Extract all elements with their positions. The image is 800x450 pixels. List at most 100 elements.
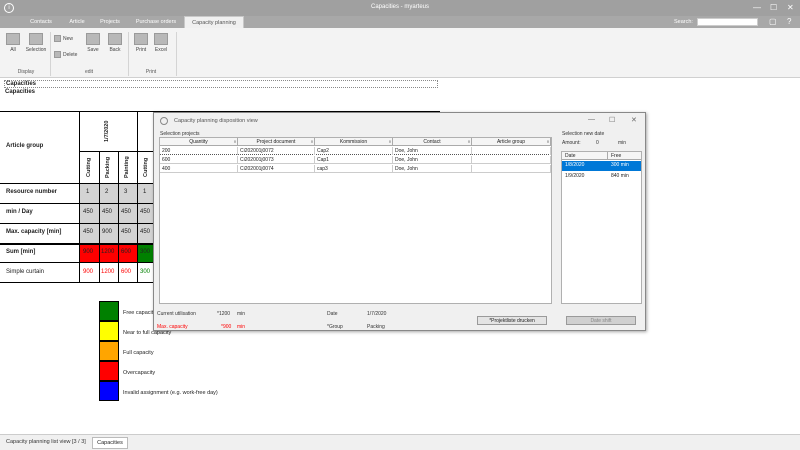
legend-swatch-near-full — [99, 321, 119, 341]
title-bar: i Capacities - myarteus — ☐ ✕ — [0, 0, 800, 16]
save-button[interactable]: Save — [84, 33, 102, 53]
row-value: 900 — [83, 269, 94, 275]
max-capacity-label: Max. capacity [min] — [6, 229, 62, 235]
col-date-header[interactable]: Date — [562, 152, 608, 160]
ribbon-separator — [176, 32, 177, 76]
date-row-selected[interactable]: 1/8/2020 300 min — [562, 161, 641, 171]
cell-kommission: Cap1 — [315, 156, 393, 164]
sum-value: 300 — [140, 249, 151, 255]
cell-free: 840 min — [611, 173, 629, 179]
column-header: Packing — [105, 156, 111, 178]
column-header: Cutting — [143, 157, 149, 177]
min-day-value: 450 — [121, 209, 132, 215]
excel-button[interactable]: Excel — [152, 33, 170, 53]
col-document-header[interactable]: Project document ◊ — [238, 138, 315, 146]
selection-button[interactable]: Selection — [24, 33, 48, 53]
dialog-maximize-button[interactable]: ☐ — [609, 116, 615, 124]
max-capacity-unit: min — [237, 324, 246, 330]
projects-grid[interactable]: Quantity ◊ Project document ◊ Kommission ◊ … — [159, 137, 552, 304]
window-title: Capacities - myarteus — [370, 4, 430, 10]
selection-icon — [29, 33, 43, 45]
close-button[interactable]: ✕ — [787, 3, 794, 13]
delete-button[interactable]: Delete — [54, 51, 77, 58]
group-display-label: Display — [17, 69, 35, 75]
col-quantity-header[interactable]: Quantity ◊ — [160, 138, 238, 146]
group-value: Packing — [367, 324, 385, 330]
table-row[interactable]: 400 Ci202001j0074 cap3 Doe, John — [160, 165, 551, 173]
date-label: Date — [327, 311, 338, 317]
max-capacity-value: 450 — [140, 229, 151, 235]
col-contact-header[interactable]: Contact ◊ — [393, 138, 472, 146]
current-utilisation-value: *1200 — [217, 311, 231, 317]
print-label: Print — [135, 47, 147, 53]
col-free-header[interactable]: Free — [608, 152, 641, 160]
tab-contacts[interactable]: Contacts — [18, 16, 64, 28]
dialog-app-icon — [160, 117, 168, 125]
table-row[interactable]: 600 Ci202001j0073 Cap1 Doe, John — [160, 156, 551, 164]
col-kommission-header[interactable]: Kommission ◊ — [315, 138, 393, 146]
col-quantity-label: Quantity — [189, 139, 208, 145]
col-group-header[interactable]: Article group ◊ — [472, 138, 551, 146]
amount-unit: min — [618, 140, 627, 146]
capacities-tab[interactable]: Capacities — [92, 437, 128, 449]
print-button[interactable]: Print — [132, 33, 150, 53]
sort-icon: ◊ — [389, 139, 391, 144]
new-date-grid[interactable]: Date Free 1/8/2020 300 min 1/9/2020 840 … — [561, 151, 642, 304]
min-day-value: 450 — [83, 209, 94, 215]
tab-projects[interactable]: Projects — [92, 16, 128, 28]
sum-value: 900 — [83, 249, 94, 255]
tab-purchase-orders[interactable]: Purchase orders — [130, 16, 182, 28]
legend-swatch-over — [99, 361, 119, 381]
print-project-list-button[interactable]: *Projektliste drucken — [477, 316, 547, 325]
cell-quantity: 600 — [160, 156, 238, 164]
cell-kommission: Cap2 — [315, 147, 393, 155]
date-shift-button[interactable]: Date shift — [566, 316, 636, 325]
date-column-header: 1/7/2020 — [104, 120, 110, 142]
row-value: 600 — [121, 269, 132, 275]
legend-label-invalid: Invalid assignment (e.g. work-free day) — [123, 390, 218, 396]
row-value: 1200 — [101, 269, 115, 275]
new-date-label: Selection new date — [562, 131, 605, 137]
dialog-close-button[interactable]: ✕ — [631, 116, 637, 124]
cell-document: Ci202001j0074 — [238, 165, 315, 173]
all-button[interactable]: All — [4, 33, 22, 53]
group-label: *Group — [327, 324, 343, 330]
cell-document: Ci202001j0072 — [238, 147, 315, 155]
back-icon — [108, 33, 122, 45]
save-label: Save — [87, 47, 99, 53]
sort-icon: ◊ — [234, 139, 236, 144]
column-header: Cutting — [86, 157, 92, 177]
back-button[interactable]: Back — [106, 33, 124, 53]
tab-capacity-planning[interactable]: Capacity planning — [184, 16, 244, 28]
maximize-button[interactable]: ☐ — [770, 3, 777, 13]
search-label: Search: — [674, 19, 693, 25]
max-capacity-value: 450 — [121, 229, 132, 235]
help-icon[interactable]: ? — [787, 17, 791, 26]
min-day-value: 450 — [102, 209, 113, 215]
list-view-label[interactable]: Capacity planning list view [3 / 3] — [6, 439, 86, 445]
cell-quantity: 400 — [160, 165, 238, 173]
print-icon — [134, 33, 148, 45]
ribbon-separator — [50, 32, 51, 76]
col-kommission-label: Kommission — [339, 139, 368, 145]
excel-label: Excel — [154, 47, 168, 53]
cell-contact: Doe, John — [393, 165, 472, 173]
cell-group — [472, 165, 551, 173]
tab-article[interactable]: Article — [64, 16, 90, 28]
new-button[interactable]: New — [54, 35, 73, 42]
col-group-label: Article group — [496, 139, 526, 145]
date-row[interactable]: 1/9/2020 840 min — [562, 172, 641, 182]
dialog-minimize-button[interactable]: — — [588, 116, 595, 123]
new-label: New — [63, 35, 74, 42]
legend-swatch-full — [99, 341, 119, 361]
table-row[interactable]: 200 Ci202001j0072 Cap2 Doe, John — [160, 147, 551, 155]
search-input[interactable] — [697, 18, 758, 26]
resource-value: 1 — [143, 189, 147, 195]
sum-value: 600 — [121, 249, 132, 255]
restore-icon[interactable]: ▢ — [769, 17, 777, 26]
amount-label: Amount: — [562, 140, 581, 146]
amount-value: 0 — [596, 140, 599, 146]
minimize-button[interactable]: — — [753, 3, 761, 13]
max-capacity-value: 450 — [83, 229, 94, 235]
current-utilisation-label: Current utilisation — [157, 311, 196, 317]
